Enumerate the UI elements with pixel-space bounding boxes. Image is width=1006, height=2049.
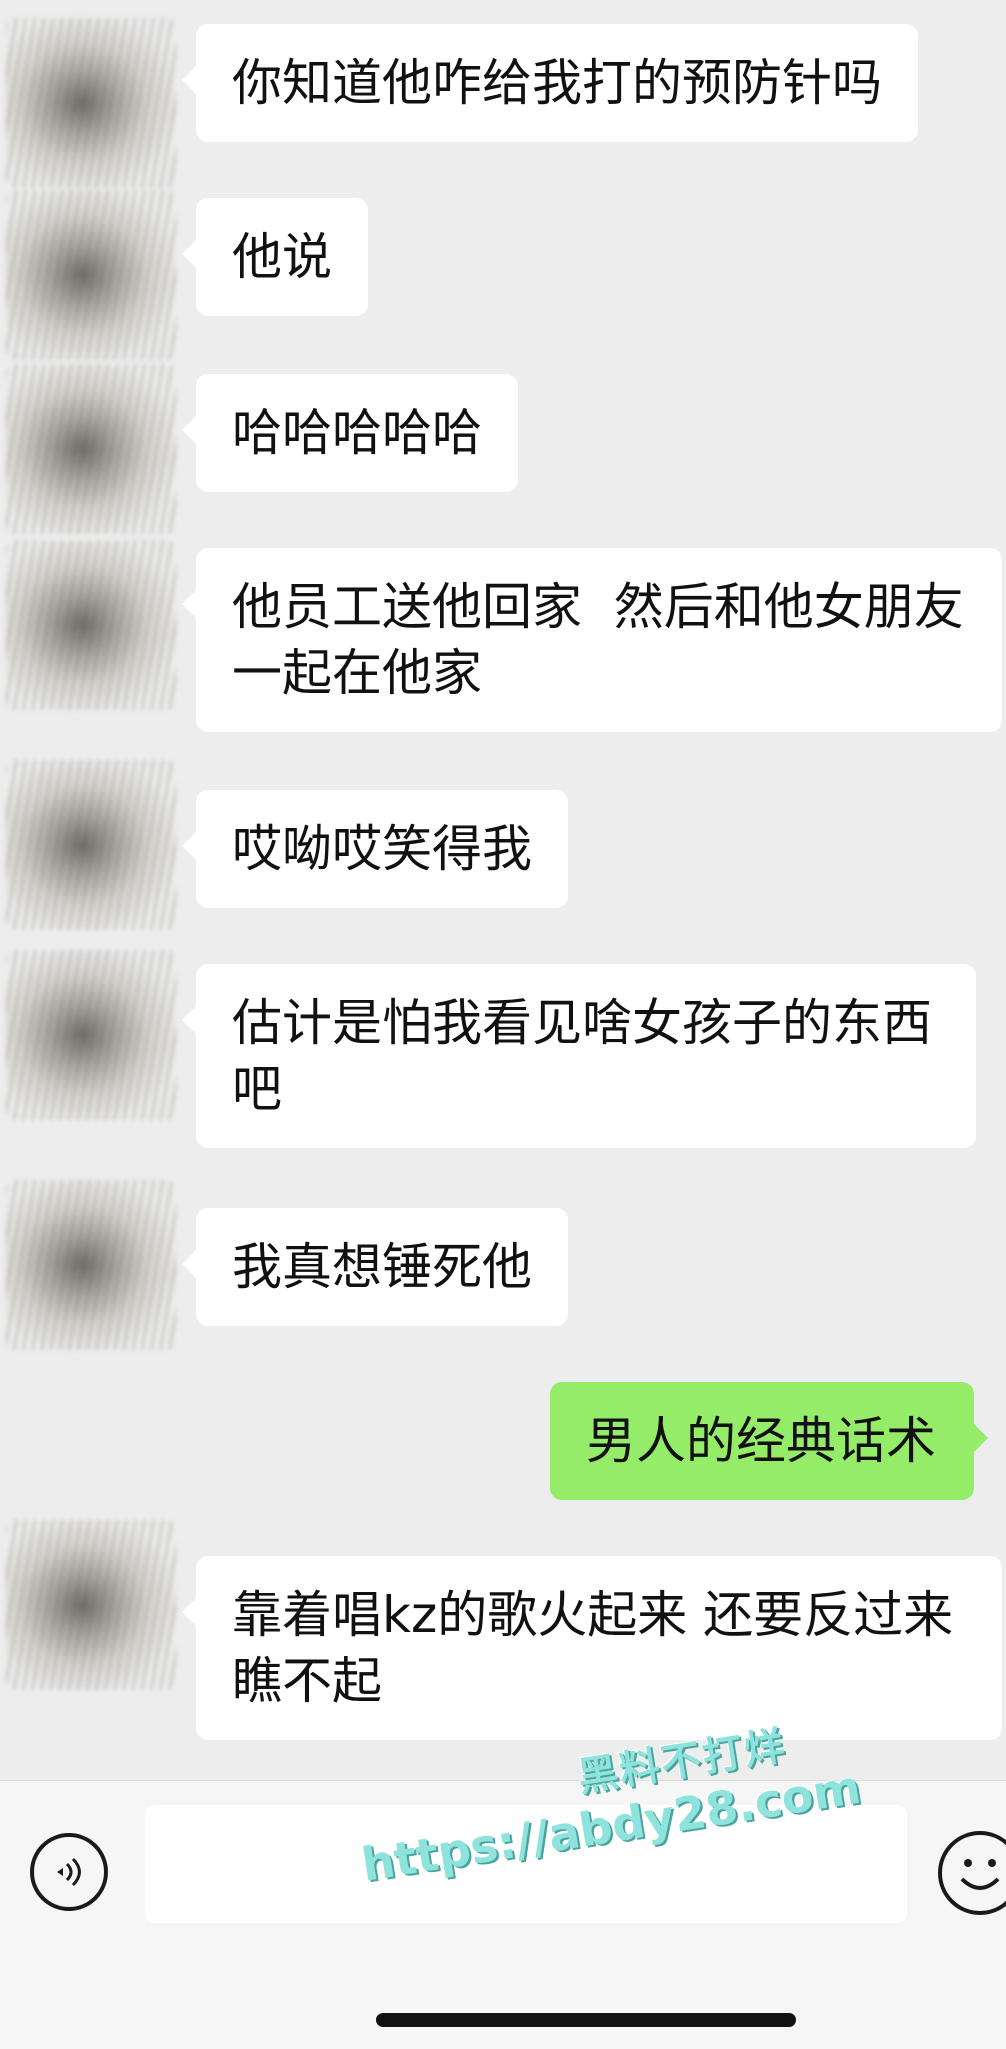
message-input[interactable] [145, 1805, 907, 1923]
message-bubble[interactable]: 哈哈哈哈哈 [182, 374, 518, 492]
voice-icon[interactable] [30, 1833, 108, 1911]
message-bubble[interactable]: 你知道他咋给我打的预防针吗 [182, 24, 918, 142]
message-bubble[interactable]: 我真想锤死他 [182, 1208, 568, 1326]
contact-avatar[interactable] [6, 364, 176, 534]
message-bubble[interactable]: 靠着唱kz的歌火起来 还要反过来 瞧不起 [182, 1556, 1002, 1740]
contact-avatar[interactable] [6, 190, 176, 360]
message-bubble[interactable]: 估计是怕我看见啥女孩子的东西 吧 [182, 964, 976, 1148]
contact-avatar[interactable] [6, 1180, 176, 1350]
contact-avatar[interactable] [6, 760, 176, 930]
message-bubble[interactable]: 他员工送他回家 然后和他女朋友 一起在他家 [182, 548, 1002, 732]
contact-avatar[interactable] [6, 18, 176, 188]
smile-icon [960, 1859, 1000, 1890]
input-bar [0, 1780, 1006, 2049]
contact-avatar[interactable] [6, 1520, 176, 1690]
contact-avatar[interactable] [6, 950, 176, 1120]
emoji-icon[interactable] [938, 1831, 1006, 1915]
message-bubble[interactable]: 男人的经典话术 [550, 1382, 988, 1500]
voice-wave-icon [57, 1857, 81, 1887]
chat-area: 你知道他咋给我打的预防针吗 他说 哈哈哈哈哈 他员工送他回家 然后和他女朋友 一… [0, 0, 1006, 1780]
home-indicator[interactable] [376, 2013, 796, 2027]
message-bubble[interactable]: 他说 [182, 198, 368, 316]
contact-avatar[interactable] [6, 540, 176, 710]
message-bubble[interactable]: 哎呦哎笑得我 [182, 790, 568, 908]
